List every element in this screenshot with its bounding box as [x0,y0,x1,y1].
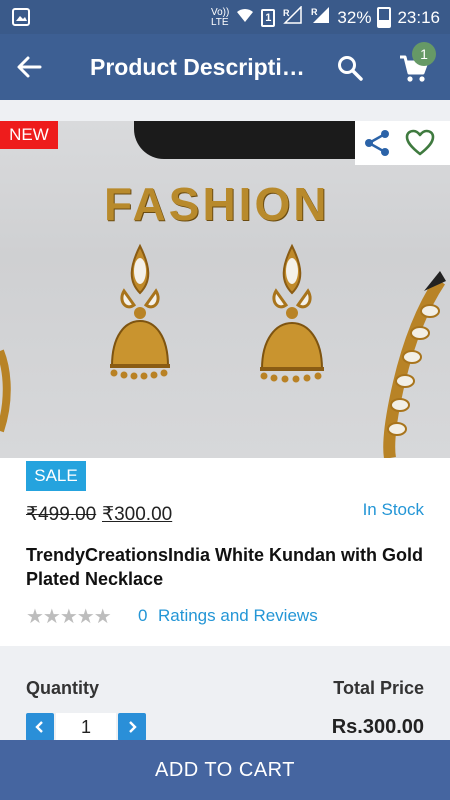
total-price-value: Rs.300.00 [331,716,424,738]
new-badge: NEW [0,121,58,149]
share-icon[interactable] [362,128,392,158]
status-icons: Vo)) LTE 1 R R 32% 23:16 [210,5,440,29]
page-title: Product Description [90,54,306,80]
sim1-indicator: 1 [261,8,276,27]
rating-stars: ★★★★★ [26,606,112,628]
sale-price: ₹300.00 [102,504,173,525]
total-price-label: Total Price [333,678,424,698]
heart-icon[interactable] [405,128,435,158]
sale-badge: SALE [26,461,86,491]
product-image[interactable]: FASHION [0,121,450,458]
svg-text:R: R [283,8,290,18]
gallery-icon [12,8,30,31]
app-bar: Product Description 1 [0,34,450,100]
ratings-reviews-link[interactable]: Ratings and Reviews [158,606,318,626]
status-bar: Vo)) LTE 1 R R 32% 23:16 [0,0,450,34]
volte-indicator: Vo)) LTE [210,6,230,28]
battery-icon [377,7,392,28]
back-arrow-icon[interactable] [14,52,48,82]
original-price: ₹499.00 [26,504,97,525]
signal-icon-1: R [281,5,303,29]
add-to-cart-button[interactable]: ADD TO CART [0,740,450,800]
wifi-icon [235,6,255,29]
quantity-decrease-button[interactable] [26,713,54,741]
stock-status: In Stock [362,500,424,519]
signal-icon-2: R [309,6,331,29]
earrings-illustration [0,243,446,458]
battery-percent: 32% [337,7,372,27]
quantity-input[interactable]: 1 [56,713,116,741]
svg-text:R: R [311,7,318,17]
cart-count-badge: 1 [412,42,436,66]
quantity-increase-button[interactable] [118,713,146,741]
search-icon[interactable] [336,54,364,82]
rating-count: 0 [138,606,148,625]
clock: 23:16 [397,7,440,27]
product-name: TrendyCreationsIndia White Kundan with G… [26,545,424,589]
quantity-label: Quantity [26,678,100,698]
